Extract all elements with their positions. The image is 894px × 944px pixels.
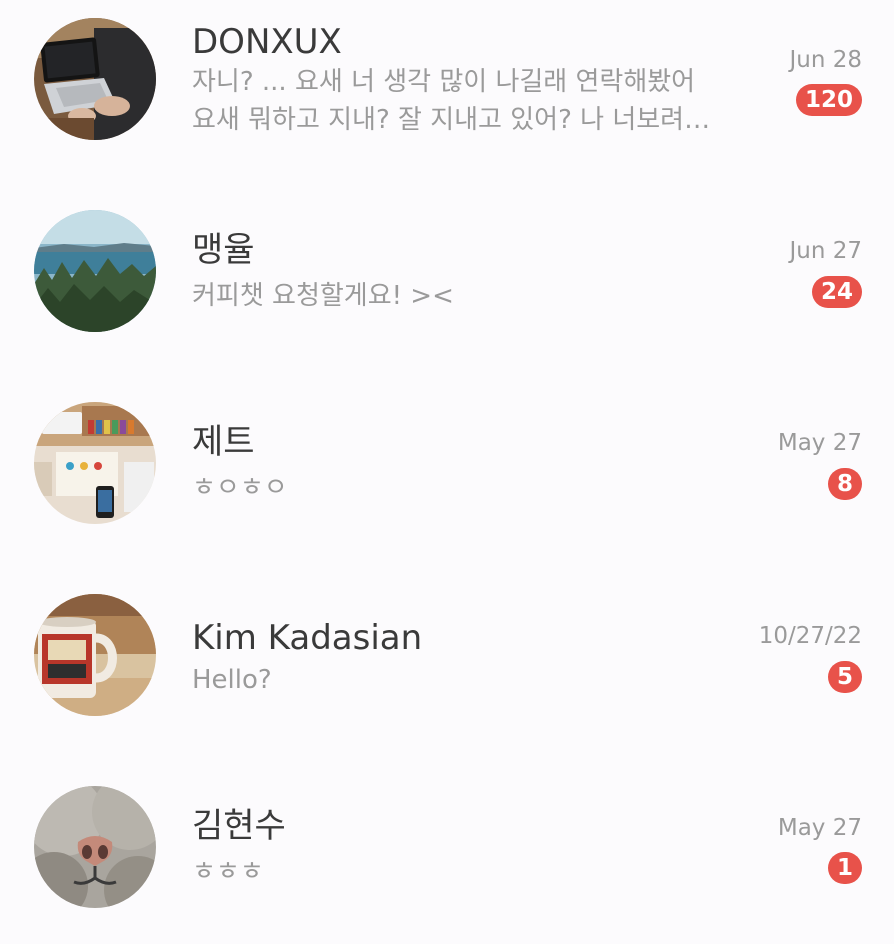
unread-count-badge: 8 — [827, 468, 862, 500]
avatar-laptop — [34, 18, 156, 140]
chat-date: May 27 — [777, 815, 862, 841]
avatar-cat-nose — [34, 786, 156, 908]
chat-name: 맹율 — [192, 230, 255, 270]
chat-row-jet[interactable]: 제트 ㅎㅇㅎㅇ May 27 8 — [0, 384, 894, 576]
chat-row-kim-kadasian[interactable]: Kim Kadasian Hello? 10/27/22 5 — [0, 576, 894, 768]
chat-preview-line-1: 커피챗 요청할게요! >< — [192, 281, 454, 311]
chat-preview-line-1: Hello? — [192, 665, 272, 695]
chat-date: 10/27/22 — [758, 623, 862, 649]
chat-row-maengyul[interactable]: 맹율 커피챗 요청할게요! >< Jun 27 24 — [0, 192, 894, 384]
unread-count-badge: 5 — [827, 661, 862, 693]
unread-count-badge: 120 — [795, 84, 862, 116]
avatar-forest-sea — [34, 210, 156, 332]
chat-preview-line-1: 자니? ... 요새 너 생각 많이 나길래 연락해봤어 — [192, 67, 696, 97]
chat-list: DONXUX 자니? ... 요새 너 생각 많이 나길래 연락해봤어 요새 뭐… — [0, 0, 894, 944]
chat-preview-line-1: ㅎㅎㅎ — [192, 857, 264, 887]
chat-date: Jun 27 — [789, 238, 862, 264]
chat-name: DONXUX — [192, 22, 342, 62]
unread-count-badge: 24 — [811, 276, 862, 308]
chat-name: 제트 — [192, 422, 255, 462]
chat-preview-line-2: 요새 뭐하고 지내? 잘 지내고 있어? 나 너보려… — [192, 105, 711, 135]
avatar-coffee-mug — [34, 594, 156, 716]
chat-preview-line-1: ㅎㅇㅎㅇ — [192, 473, 288, 503]
chat-row-donxux[interactable]: DONXUX 자니? ... 요새 너 생각 많이 나길래 연락해봤어 요새 뭐… — [0, 0, 894, 192]
chat-date: Jun 28 — [789, 47, 862, 73]
chat-date: May 27 — [777, 430, 862, 456]
chat-name: 김현수 — [192, 806, 286, 846]
chat-name: Kim Kadasian — [192, 618, 423, 658]
chat-row-kim-hyunsu[interactable]: 김현수 ㅎㅎㅎ May 27 1 — [0, 768, 894, 944]
avatar-desk — [34, 402, 156, 524]
unread-count-badge: 1 — [827, 852, 862, 884]
